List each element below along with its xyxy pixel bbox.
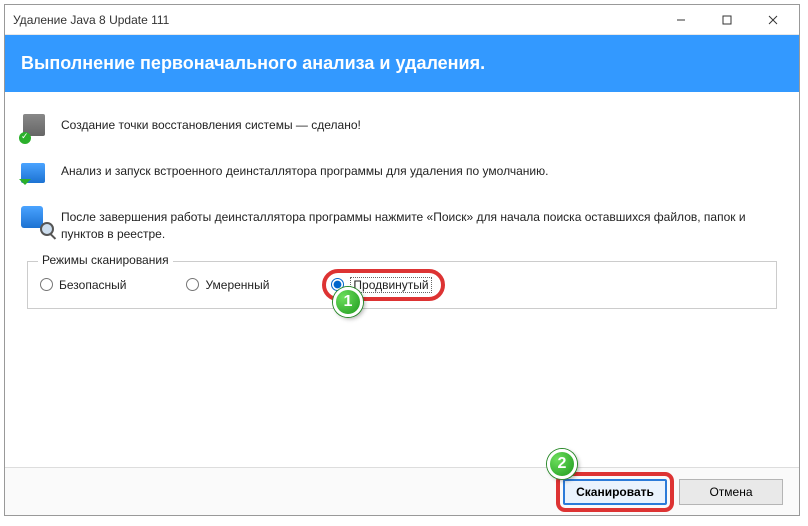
radio-safe-input[interactable] [40,278,53,291]
radio-safe[interactable]: Безопасный [40,278,126,292]
banner-heading: Выполнение первоначального анализа и уда… [21,53,485,73]
search-icon [21,206,51,234]
close-button[interactable] [759,9,787,31]
scan-modes-radios: Безопасный Умеренный Продвинутый [40,276,764,294]
group-legend: Режимы сканирования [38,253,173,267]
window-controls [667,9,791,31]
step-text: Анализ и запуск встроенного деинсталлято… [61,160,548,180]
radio-moderate-input[interactable] [186,278,199,291]
title-bar: Удаление Java 8 Update 111 [5,5,799,35]
radio-moderate[interactable]: Умеренный [186,278,269,292]
dialog-window: Удаление Java 8 Update 111 Выполнение пе… [4,4,800,516]
radio-moderate-label: Умеренный [205,278,269,292]
window-title: Удаление Java 8 Update 111 [13,13,667,27]
annotation-badge-1: 1 [333,287,363,317]
scan-button[interactable]: Сканировать [563,479,667,505]
maximize-button[interactable] [713,9,741,31]
content-area: Создание точки восстановления системы — … [5,92,799,309]
step-text: Создание точки восстановления системы — … [61,114,361,134]
step-text: После завершения работы деинсталлятора п… [61,206,783,243]
radio-safe-label: Безопасный [59,278,126,292]
step-analyze: Анализ и запуск встроенного деинсталлято… [21,160,783,188]
cancel-button[interactable]: Отмена [679,479,783,505]
analyze-icon [21,160,51,188]
scan-modes-group: Режимы сканирования Безопасный Умеренный… [27,261,777,309]
banner: Выполнение первоначального анализа и уда… [5,35,799,92]
annotation-badge-2: 2 [547,449,577,479]
server-icon [21,114,51,142]
radio-advanced-label: Продвинутый [350,277,431,293]
step-search-remains: После завершения работы деинсталлятора п… [21,206,783,243]
minimize-button[interactable] [667,9,695,31]
step-restore-point: Создание точки восстановления системы — … [21,114,783,142]
footer: Сканировать Отмена [5,467,799,515]
